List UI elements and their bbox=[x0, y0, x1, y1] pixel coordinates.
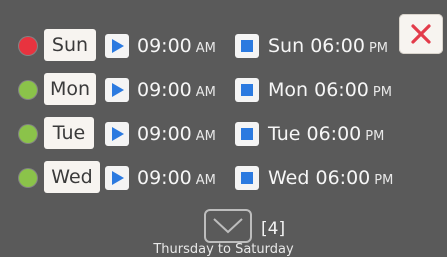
stop-icon[interactable] bbox=[235, 34, 259, 58]
end-day: Sun bbox=[268, 35, 305, 57]
play-icon[interactable] bbox=[105, 78, 129, 102]
status-dot bbox=[19, 81, 37, 99]
remaining-count: [4] bbox=[261, 219, 286, 239]
play-icon[interactable] bbox=[105, 166, 129, 190]
end-ampm: PM bbox=[372, 85, 392, 100]
day-button-tue[interactable]: Tue bbox=[44, 117, 94, 149]
remaining-days-caption: Thursday to Saturday bbox=[153, 242, 294, 257]
start-ampm: AM bbox=[195, 85, 216, 100]
play-icon[interactable] bbox=[105, 34, 129, 58]
schedule-row-wed: Wed 09:00 AM Wed 06:00 PM bbox=[0, 159, 447, 199]
day-button-mon[interactable]: Mon bbox=[44, 73, 96, 105]
start-time: 09:00 AM bbox=[137, 163, 216, 196]
start-time-value: 09:00 bbox=[137, 79, 192, 101]
end-time: Mon 06:00 PM bbox=[268, 75, 392, 108]
schedule-row-tue: Tue 09:00 AM Tue 06:00 PM bbox=[0, 115, 447, 155]
start-time-value: 09:00 bbox=[137, 123, 192, 145]
status-dot bbox=[19, 37, 37, 55]
schedule-row-mon: Mon 09:00 AM Mon 06:00 PM bbox=[0, 71, 447, 111]
end-time-value: 06:00 bbox=[310, 35, 365, 57]
status-dot bbox=[19, 169, 37, 187]
status-dot bbox=[19, 125, 37, 143]
play-icon[interactable] bbox=[105, 122, 129, 146]
day-button-sun[interactable]: Sun bbox=[44, 29, 96, 61]
stop-icon[interactable] bbox=[235, 122, 259, 146]
start-time: 09:00 AM bbox=[137, 75, 216, 108]
stop-icon[interactable] bbox=[235, 78, 259, 102]
start-ampm: AM bbox=[195, 173, 216, 188]
start-ampm: AM bbox=[195, 129, 216, 144]
end-time: Wed 06:00 PM bbox=[268, 163, 393, 196]
start-time: 09:00 AM bbox=[137, 31, 216, 64]
end-day: Mon bbox=[268, 79, 309, 101]
stop-icon[interactable] bbox=[235, 166, 259, 190]
start-ampm: AM bbox=[195, 41, 216, 56]
end-ampm: PM bbox=[368, 41, 389, 56]
end-day: Tue bbox=[268, 123, 301, 145]
end-ampm: PM bbox=[365, 129, 385, 144]
end-time-value: 06:00 bbox=[315, 167, 371, 189]
day-button-wed[interactable]: Wed bbox=[44, 161, 100, 193]
start-time-value: 09:00 bbox=[137, 167, 192, 189]
chevron-down-icon bbox=[213, 218, 243, 234]
start-time: 09:00 AM bbox=[137, 119, 216, 152]
end-day: Wed bbox=[268, 167, 310, 189]
schedule-row-sun: Sun 09:00 AM Sun 06:00 PM bbox=[0, 27, 447, 67]
end-time-value: 06:00 bbox=[314, 79, 369, 101]
expand-button[interactable] bbox=[204, 209, 252, 243]
end-time-value: 06:00 bbox=[306, 123, 362, 145]
end-time: Sun 06:00 PM bbox=[268, 31, 388, 64]
end-time: Tue 06:00 PM bbox=[268, 119, 384, 152]
start-time-value: 09:00 bbox=[137, 35, 192, 57]
end-ampm: PM bbox=[374, 173, 394, 188]
